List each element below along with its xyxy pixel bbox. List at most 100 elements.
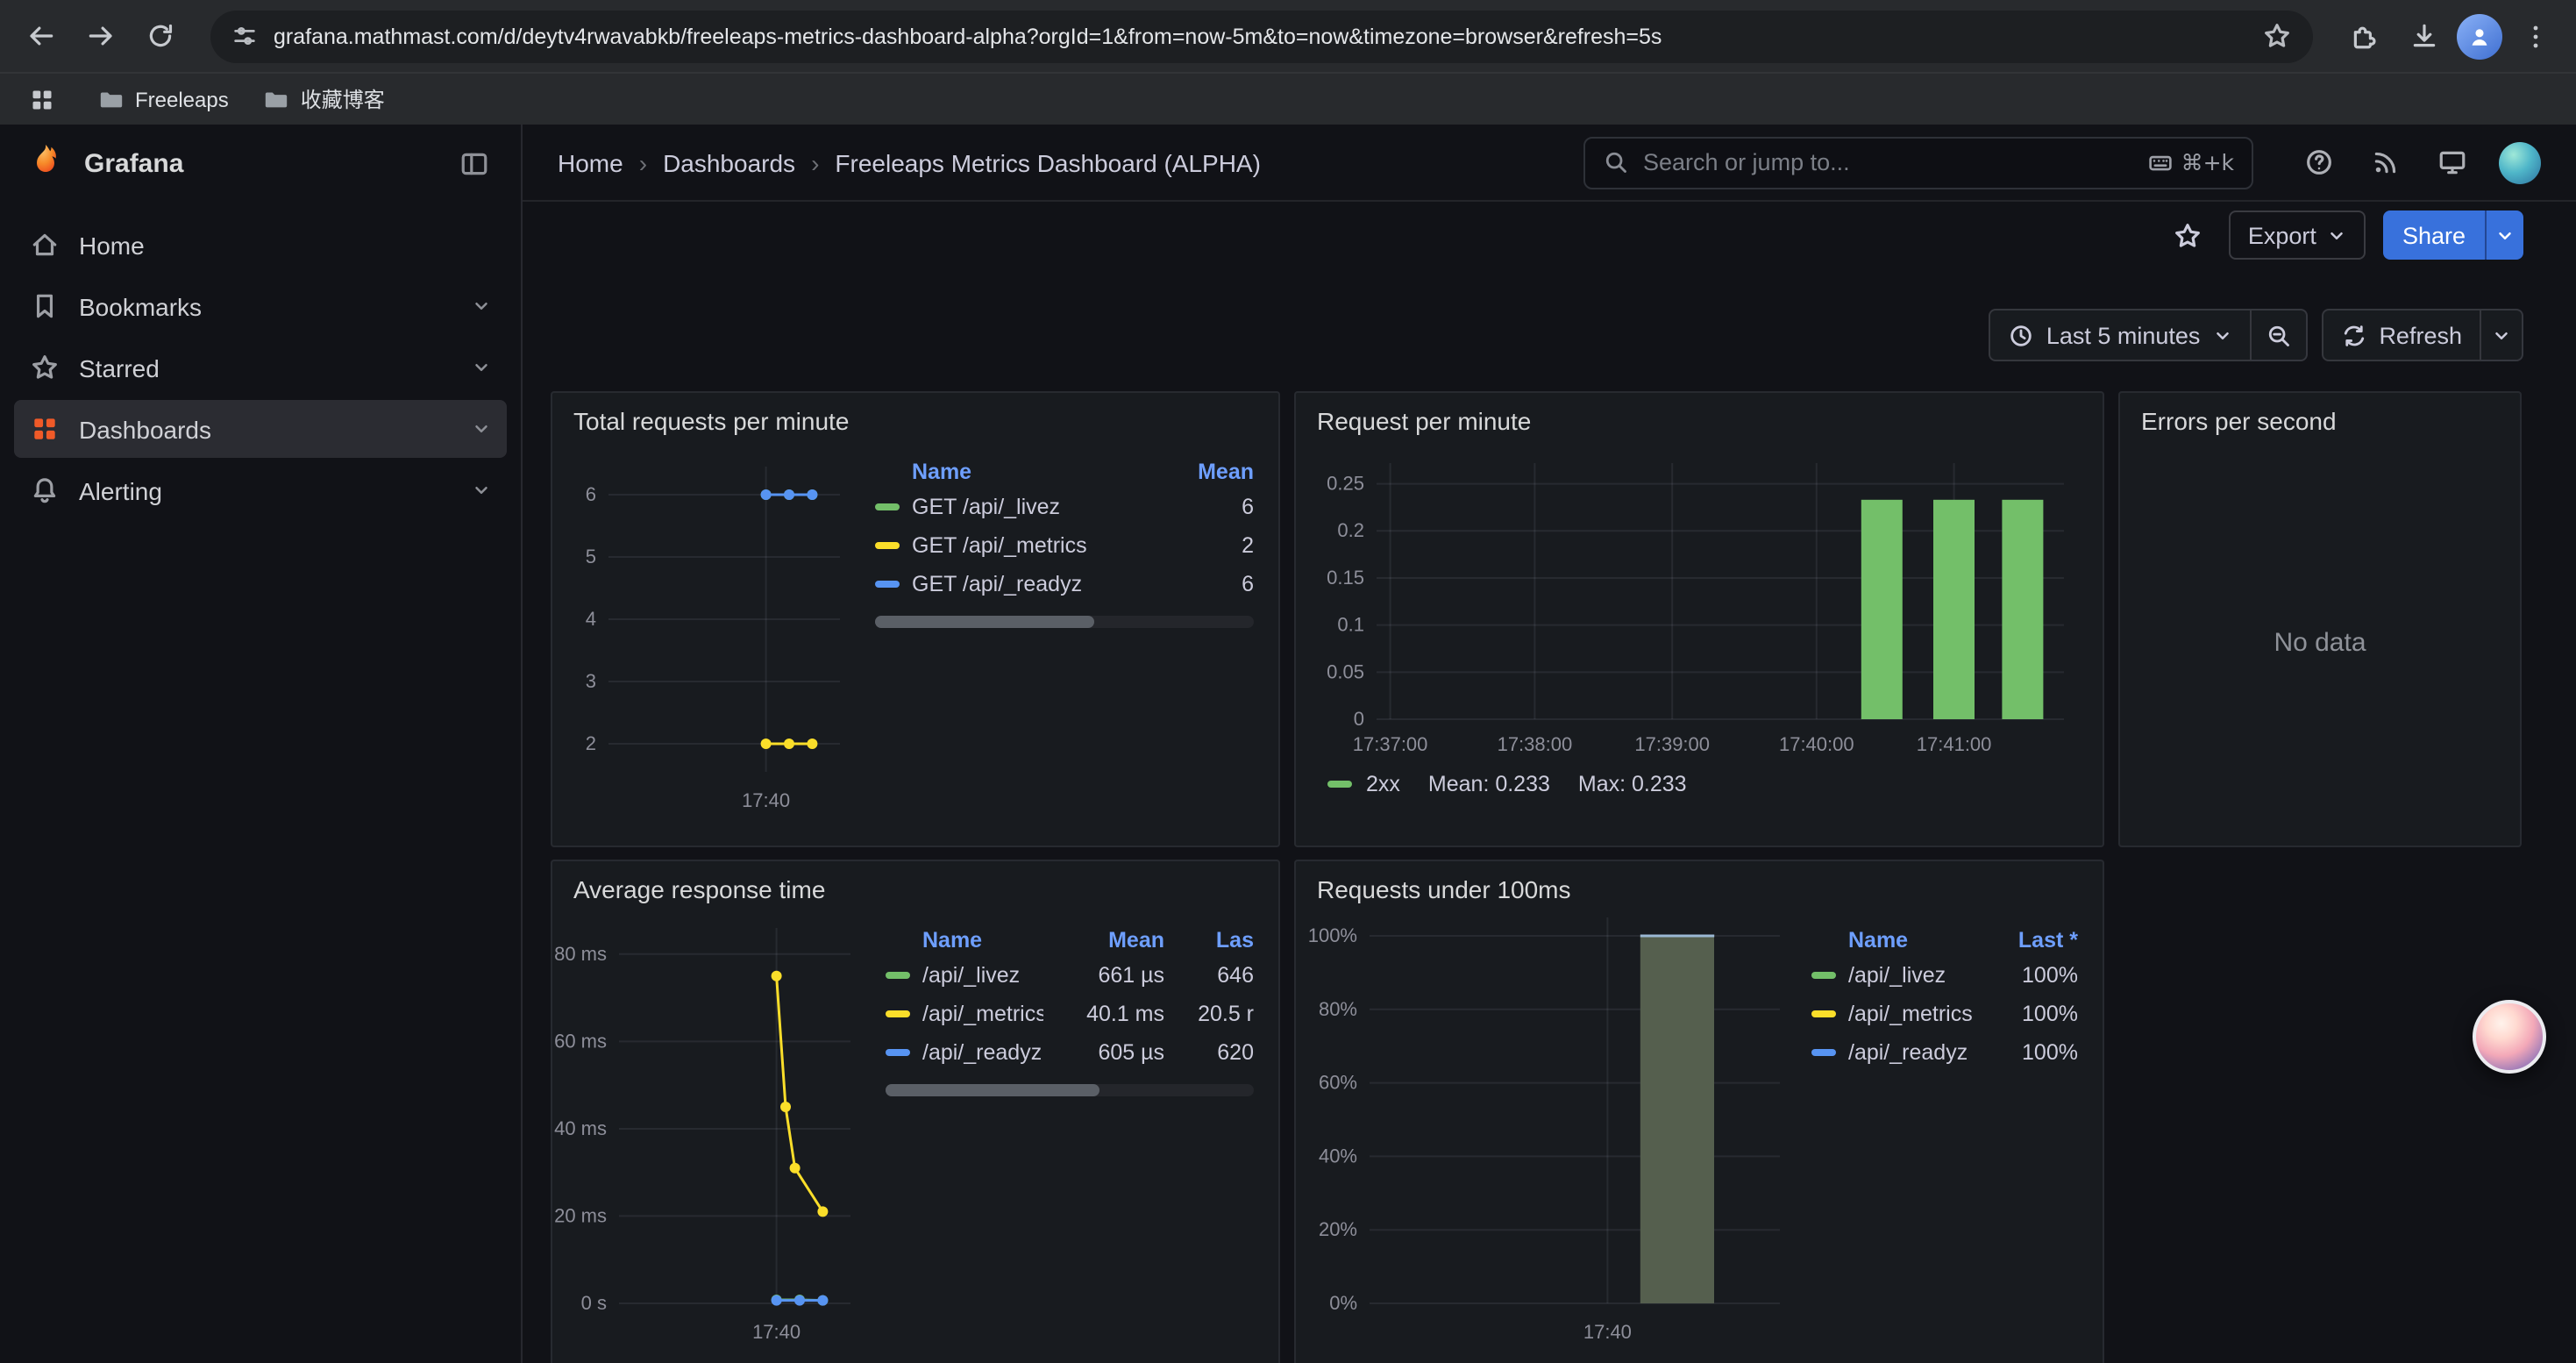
series-name[interactable]: GET /api/_livez [912,495,1143,519]
share-button-group: Share [2383,211,2523,260]
news-button[interactable] [2366,143,2404,182]
series-last: 620 [1177,1040,1254,1065]
panel-title[interactable]: Request per minute [1296,393,2103,439]
extensions-button[interactable] [2338,10,2390,62]
legend-row[interactable]: /api/_metrics 100% [1804,995,2085,1033]
bookmark-star-icon[interactable] [2262,21,2292,51]
series-name[interactable]: /api/_readyz [922,1040,1043,1065]
sidebar-item-dashboards[interactable]: Dashboards [14,400,507,458]
breadcrumb-dashboards[interactable]: Dashboards [663,148,795,176]
series-name[interactable]: /api/_livez [922,963,1043,988]
favorite-star-button[interactable] [2166,212,2211,258]
grafana-app: Grafana Home Bookmarks Starred [0,125,2576,1363]
series-name[interactable]: /api/_metrics [922,1002,1043,1026]
tv-mode-button[interactable] [2432,143,2471,182]
url-bar[interactable]: grafana.mathmast.com/d/deytv4rwavabkb/fr… [210,10,2313,62]
legend-row[interactable]: /api/_metrics 40.1 ms 20.5 r [879,995,1261,1033]
user-avatar[interactable] [2499,141,2541,183]
legend-header-mean[interactable]: Mean [1156,460,1254,484]
svg-text:0.2: 0.2 [1337,519,1364,541]
grafana-logo[interactable] [25,142,67,184]
export-button[interactable]: Export [2229,211,2366,260]
series-name[interactable]: /api/_livez [1848,963,1982,988]
search-input[interactable] [1643,149,2134,175]
legend-row[interactable]: GET /api/_readyz 6 [868,565,1261,603]
sidebar-item-starred[interactable]: Starred [14,339,507,396]
breadcrumb-home[interactable]: Home [558,148,623,176]
brand-name: Grafana [84,148,183,178]
legend-row[interactable]: /api/_readyz 605 µs 620 [879,1033,1261,1072]
legend-header-mean[interactable]: Mean [1056,928,1164,953]
legend-header-name[interactable]: Name [1811,928,1982,953]
browser-toolbar: grafana.mathmast.com/d/deytv4rwavabkb/fr… [0,0,2576,72]
series-mean: 2 [1156,533,1254,558]
scrollbar-thumb[interactable] [886,1084,1099,1096]
panel-title[interactable]: Errors per second [2120,393,2520,439]
downloads-button[interactable] [2397,10,2450,62]
chevron-down-icon [472,481,491,500]
series-mean: 6 [1156,572,1254,596]
breadcrumb-separator: › [811,148,819,176]
browser-profile-avatar[interactable] [2457,13,2502,59]
back-button[interactable] [14,10,67,62]
series-swatch [875,503,900,510]
sidebar-item-alerting[interactable]: Alerting [14,461,507,519]
legend-scrollbar[interactable] [886,1084,1254,1096]
legend-row[interactable]: /api/_livez 100% [1804,956,2085,995]
refresh-button[interactable]: Refresh [2321,309,2481,361]
panel-title[interactable]: Requests under 100ms [1296,861,2103,907]
panel-title[interactable]: Average response time [552,861,1278,907]
legend-row[interactable]: /api/_readyz 100% [1804,1033,2085,1072]
apps-grid-button[interactable] [21,78,63,120]
bookmark-freeleaps[interactable]: Freeleaps [98,86,229,112]
legend-row[interactable]: GET /api/_livez 6 [868,488,1261,526]
series-name[interactable]: 2xx [1366,772,1400,796]
chevron-down-icon [2327,225,2346,245]
reload-button[interactable] [133,10,186,62]
share-dropdown-button[interactable] [2485,211,2523,260]
share-button[interactable]: Share [2383,211,2485,260]
help-button[interactable] [2299,143,2338,182]
sidebar-item-home[interactable]: Home [14,216,507,274]
sidebar-item-bookmarks[interactable]: Bookmarks [14,277,507,335]
zoom-out-button[interactable] [2251,309,2307,361]
panel-title[interactable]: Total requests per minute [552,393,1278,439]
scrollbar-thumb[interactable] [875,616,1095,628]
chevron-down-icon [2492,325,2511,345]
time-range-picker[interactable]: Last 5 minutes [1989,309,2252,361]
legend-header-name[interactable]: Name [875,460,1143,484]
svg-text:17:41:00: 17:41:00 [1917,733,1992,755]
legend-header-last[interactable]: Last * [1994,928,2078,953]
legend-header-last[interactable]: Las [1177,928,1254,953]
legend-row[interactable]: GET /api/_metrics 2 [868,526,1261,565]
panel-requests-under-100ms: Requests under 100ms 0%20%40%60%80%100%1… [1294,860,2104,1363]
browser-menu-button[interactable] [2509,10,2562,62]
forward-button[interactable] [74,10,126,62]
refresh-interval-dropdown[interactable] [2481,309,2523,361]
line-chart[interactable]: 2345617:40 [559,442,857,817]
search-shortcut: ⌘+k [2148,149,2234,175]
dashboard-actions-row: Export Share [523,202,2576,268]
dock-sidebar-button[interactable] [451,140,496,186]
site-info-icon[interactable] [231,23,258,49]
svg-text:17:39:00: 17:39:00 [1634,733,1710,755]
sidebar: Grafana Home Bookmarks Starred [0,125,523,1363]
line-chart[interactable]: 0 s20 ms40 ms60 ms80 ms17:40 [559,910,868,1349]
search-box[interactable]: ⌘+k [1583,136,2253,189]
svg-text:60 ms: 60 ms [554,1030,607,1052]
panel-average-response-time: Average response time 0 s20 ms40 ms60 ms… [551,860,1280,1363]
bar-chart[interactable]: 0%20%40%60%80%100%17:40 [1303,910,1794,1349]
series-last: 100% [1994,1002,2078,1026]
assistant-avatar-widget[interactable] [2473,1000,2546,1074]
svg-text:17:40: 17:40 [742,789,790,811]
bar-chart[interactable]: 00.050.10.150.20.2517:37:0017:38:0017:39… [1303,442,2085,761]
series-name[interactable]: /api/_metrics [1848,1002,1982,1026]
series-name[interactable]: GET /api/_readyz [912,572,1143,596]
legend-inline[interactable]: 2xx Mean: 0.233 Max: 0.233 [1303,761,2085,796]
bookmark-blog[interactable]: 收藏博客 [264,84,385,114]
legend-scrollbar[interactable] [875,616,1254,628]
series-name[interactable]: /api/_readyz [1848,1040,1982,1065]
legend-header-name[interactable]: Name [886,928,1043,953]
legend-row[interactable]: /api/_livez 661 µs 646 [879,956,1261,995]
series-name[interactable]: GET /api/_metrics [912,533,1143,558]
